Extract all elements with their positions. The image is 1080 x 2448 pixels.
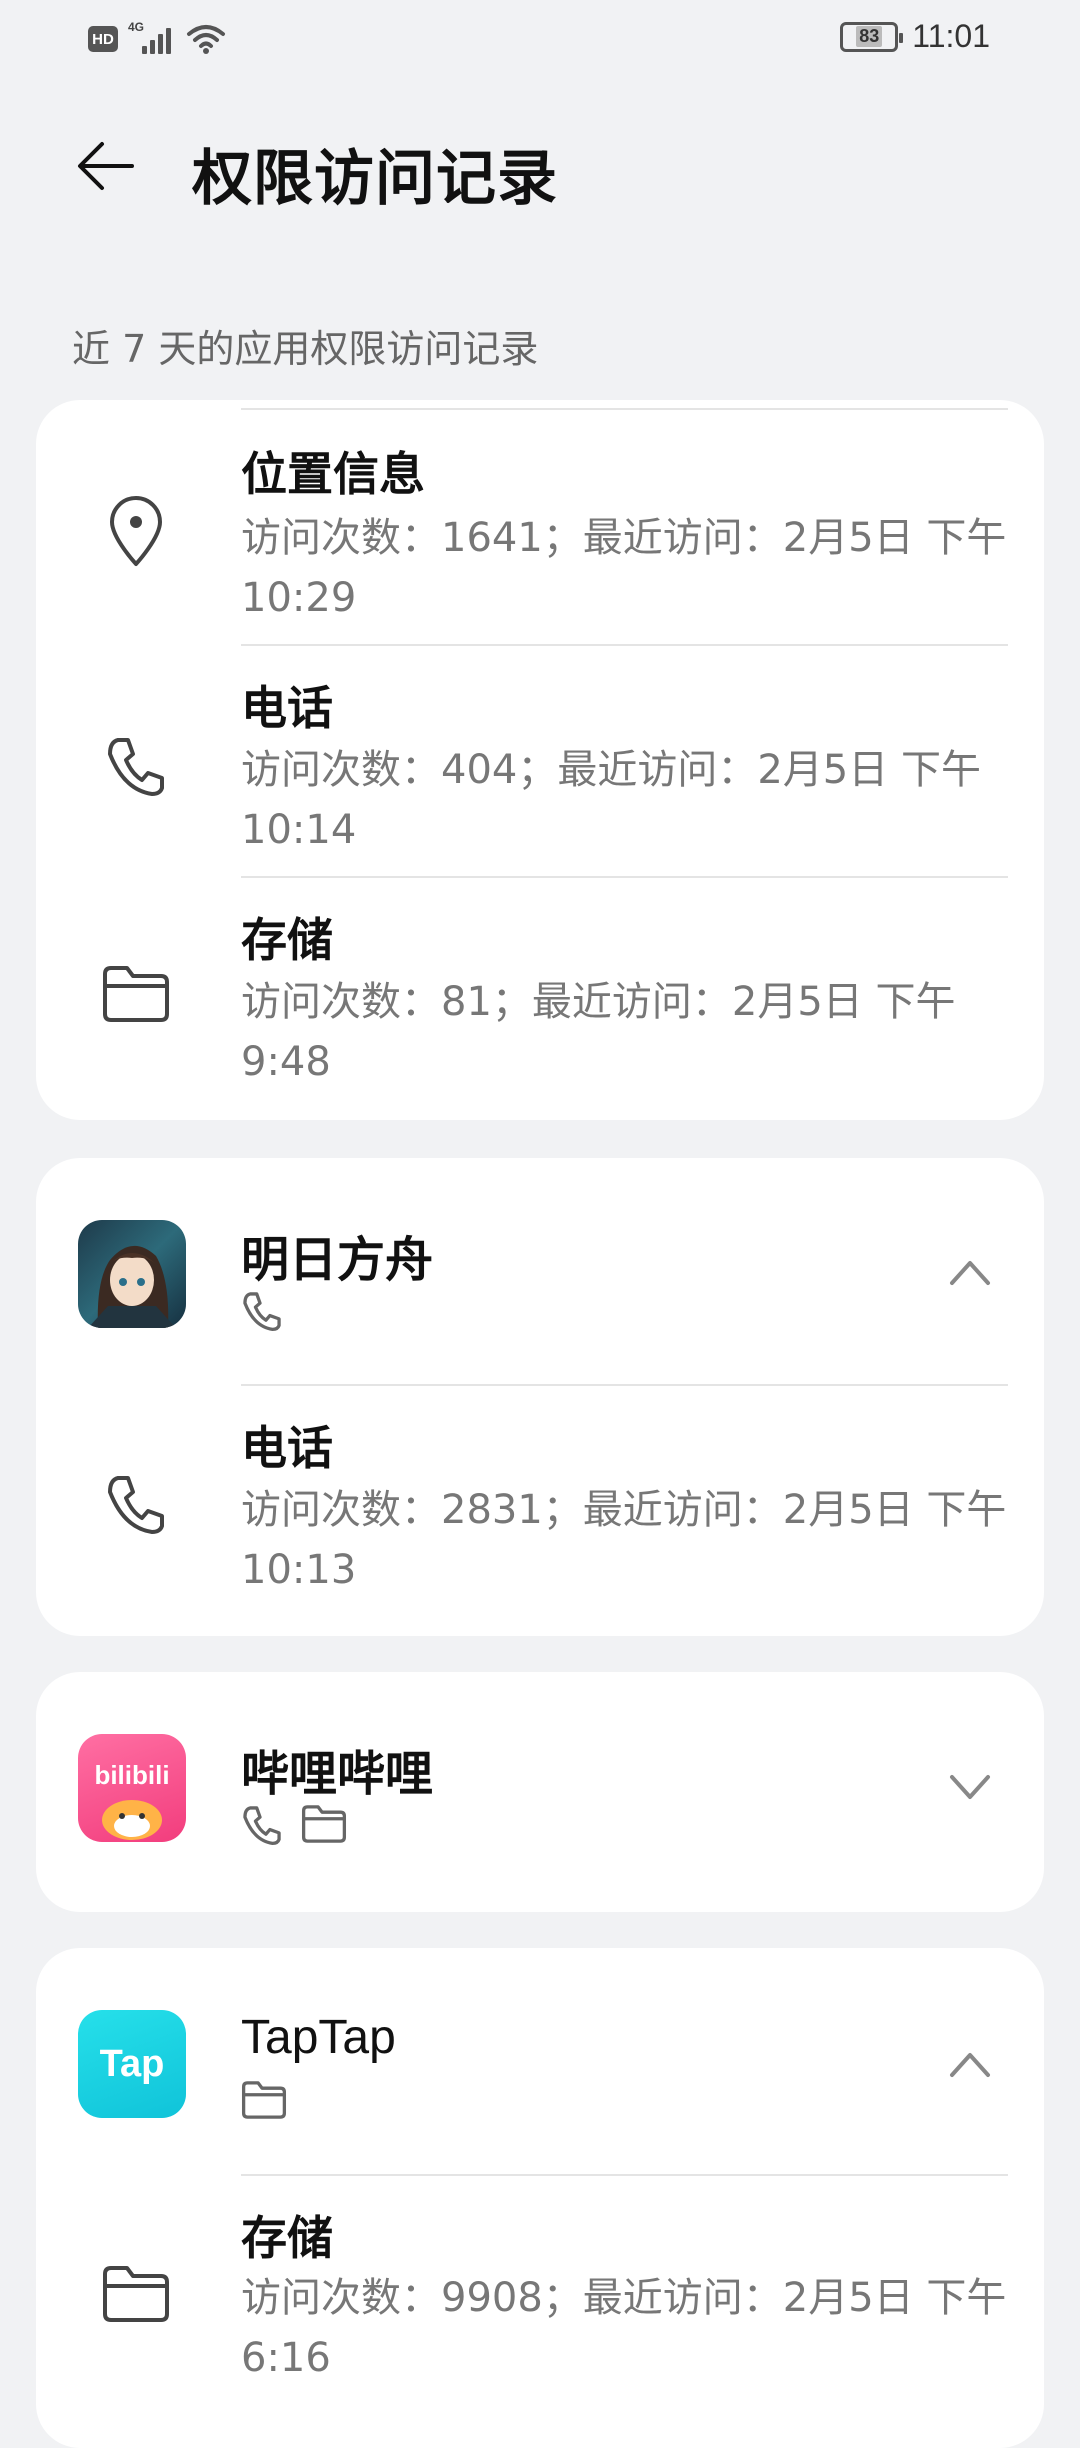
back-button[interactable] bbox=[68, 128, 144, 204]
battery-level: 83 bbox=[856, 26, 883, 47]
app-permission-icons bbox=[241, 1290, 283, 1332]
permission-title: 存储 bbox=[241, 2211, 333, 2265]
permission-title: 电话 bbox=[241, 681, 333, 735]
folder-icon bbox=[241, 2081, 287, 2119]
permission-title: 电话 bbox=[241, 1421, 333, 1475]
phone-icon bbox=[243, 1292, 281, 1332]
cellular-signal-icon: 4G bbox=[128, 20, 176, 56]
hd-badge: HD bbox=[88, 26, 118, 52]
collapse-chevron-up-icon[interactable] bbox=[944, 2038, 996, 2090]
app-header-row[interactable]: bilibili 哔哩哔哩 bbox=[36, 1672, 1044, 1902]
app-permission-icons bbox=[241, 1804, 347, 1846]
battery-icon: 83 bbox=[840, 21, 904, 52]
svg-text:bilibili: bilibili bbox=[94, 1760, 169, 1790]
permission-summary-card: 位置信息 访问次数：1641；最近访问：2月5日 下午10:29 电话 访问次数… bbox=[36, 400, 1044, 1120]
status-left: HD 4G bbox=[88, 20, 226, 56]
app-header-row[interactable]: 明日方舟 bbox=[36, 1158, 1044, 1388]
app-card-taptap: Tap TapTap 存储 访问次数：9908；最近访问：2月5日 下午6:16 bbox=[36, 1948, 1044, 2448]
permission-title: 位置信息 bbox=[241, 447, 425, 501]
phone-icon bbox=[96, 726, 176, 806]
permission-title: 存储 bbox=[241, 913, 333, 967]
page-title: 权限访问记录 bbox=[192, 144, 558, 214]
expand-chevron-down-icon[interactable] bbox=[944, 1760, 996, 1812]
phone-icon bbox=[96, 1464, 176, 1544]
permission-row-phone[interactable]: 电话 访问次数：2831；最近访问：2月5日 下午10:13 bbox=[36, 1386, 1044, 1636]
phone-icon bbox=[243, 1806, 281, 1846]
permission-row-storage[interactable]: 存储 访问次数：81；最近访问：2月5日 下午9:48 bbox=[36, 878, 1044, 1118]
status-right: 83 11:01 bbox=[840, 18, 990, 55]
section-label: 近 7 天的应用权限访问记录 bbox=[72, 327, 539, 371]
permission-desc: 访问次数：81；最近访问：2月5日 下午9:48 bbox=[241, 979, 956, 1085]
app-name: 哔哩哔哩 bbox=[241, 1746, 434, 1802]
permission-row-phone[interactable]: 电话 访问次数：404；最近访问：2月5日 下午10:14 bbox=[36, 646, 1044, 876]
permission-desc: 访问次数：2831；最近访问：2月5日 下午10:13 bbox=[241, 1487, 1007, 1593]
app-card-arknights: 明日方舟 电话 访问次数：2831；最近访问：2月5日 下午10:13 bbox=[36, 1158, 1044, 1636]
app-permission-icons bbox=[241, 2080, 287, 2120]
collapse-chevron-up-icon[interactable] bbox=[944, 1246, 996, 1298]
arrow-left-icon bbox=[78, 142, 134, 190]
folder-icon bbox=[96, 954, 176, 1034]
location-pin-icon bbox=[96, 492, 176, 572]
clock: 11:01 bbox=[912, 18, 990, 54]
bilibili-app-icon: bilibili bbox=[78, 1734, 186, 1842]
folder-icon bbox=[96, 2254, 176, 2334]
arknights-app-icon bbox=[78, 1220, 186, 1328]
status-bar: HD 4G 83 11:01 bbox=[0, 0, 1080, 80]
folder-icon bbox=[301, 1805, 347, 1843]
app-bar: 权限访问记录 bbox=[0, 110, 1080, 220]
permission-row-location[interactable]: 位置信息 访问次数：1641；最近访问：2月5日 下午10:29 bbox=[36, 410, 1044, 640]
wifi-icon bbox=[187, 25, 225, 54]
permission-desc: 访问次数：404；最近访问：2月5日 下午10:14 bbox=[241, 747, 981, 853]
permission-row-storage[interactable]: 存储 访问次数：9908；最近访问：2月5日 下午6:16 bbox=[36, 2176, 1044, 2406]
permission-desc: 访问次数：9908；最近访问：2月5日 下午6:16 bbox=[241, 2275, 1007, 2381]
permission-desc: 访问次数：1641；最近访问：2月5日 下午10:29 bbox=[241, 515, 1007, 621]
app-card-bilibili: bilibili 哔哩哔哩 bbox=[36, 1672, 1044, 1912]
app-name: 明日方舟 bbox=[241, 1232, 434, 1288]
app-name: TapTap bbox=[241, 2011, 396, 2064]
taptap-app-icon: Tap bbox=[78, 2010, 186, 2118]
app-header-row[interactable]: Tap TapTap bbox=[36, 1948, 1044, 2178]
